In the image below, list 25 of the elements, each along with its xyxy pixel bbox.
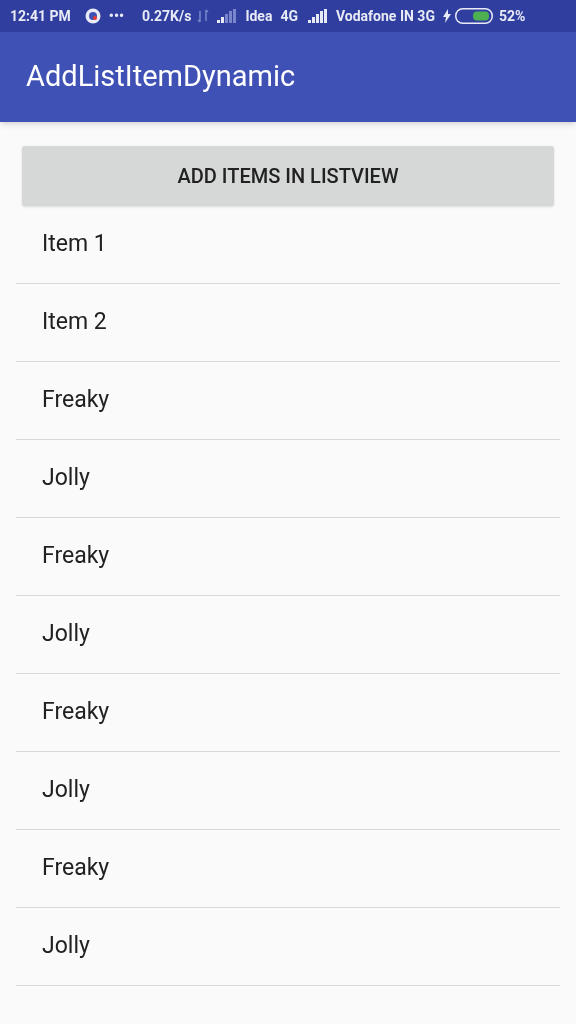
- list-item[interactable]: Freaky: [42, 851, 110, 886]
- app-icon: [84, 8, 101, 24]
- more-notifications: •••: [108, 6, 124, 26]
- charging-bolt-icon: [442, 9, 451, 23]
- carrier-name: Idea: [245, 6, 273, 26]
- battery-icon: [454, 8, 493, 24]
- network-type: 4G: [280, 6, 298, 26]
- battery-percent: 52%: [498, 6, 526, 26]
- list-item[interactable]: Jolly: [42, 773, 90, 808]
- list-item[interactable]: Item 2: [42, 305, 107, 340]
- list-item[interactable]: Jolly: [42, 617, 90, 652]
- list-item[interactable]: Freaky: [42, 383, 110, 418]
- signal-icon: [217, 9, 238, 23]
- list-item[interactable]: Freaky: [42, 539, 110, 574]
- list-item[interactable]: Item 1: [42, 227, 107, 262]
- data-arrows-icon: [197, 9, 210, 23]
- app-title: AddListItemDynamic: [26, 58, 296, 96]
- network-speed: 0.27K/s: [141, 6, 192, 26]
- add-items-button[interactable]: ADD ITEMS IN LISTVIEW: [22, 146, 554, 206]
- carrier-name: Vodafone IN 3G: [336, 6, 435, 26]
- status-time: 12:41 PM: [10, 6, 71, 26]
- list-item[interactable]: Jolly: [42, 461, 90, 496]
- list-item[interactable]: Freaky: [42, 695, 110, 730]
- list-item[interactable]: Jolly: [42, 929, 90, 964]
- signal-icon: [308, 9, 328, 23]
